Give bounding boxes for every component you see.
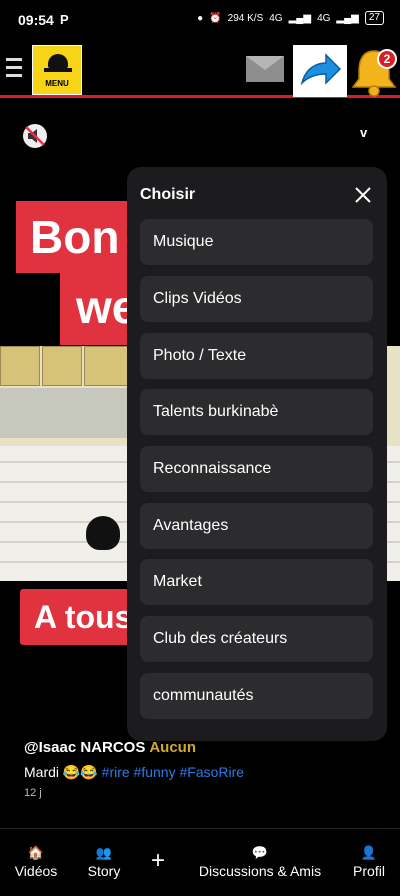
menu-item-market[interactable]: Market [140, 559, 373, 605]
status-bar: 09:54 P ● ⏰ 294 K/S 4G ▂▄▆ 4G ▂▄▆ 27 [0, 0, 400, 42]
battery-indicator: 27 [364, 11, 384, 25]
status-icons: ● ⏰ 294 K/S 4G ▂▄▆ 4G ▂▄▆ 27 [197, 11, 384, 25]
network-4g-1: 4G [269, 12, 283, 24]
notification-bell-button[interactable]: 2 [349, 45, 399, 97]
menu-item-photo-texte[interactable]: Photo / Texte [140, 333, 373, 379]
subscription-status: Aucun [149, 739, 197, 756]
mute-icon[interactable] [22, 123, 48, 154]
close-icon[interactable] [353, 185, 373, 205]
home-icon: 🏠 [27, 845, 45, 860]
category-menu: Choisir Musique Clips Vidéos Photo / Tex… [127, 167, 387, 741]
cat-figure [86, 516, 120, 550]
notification-badge: 2 [377, 49, 397, 69]
user-icon: 👤 [360, 845, 378, 860]
share-arrow-icon [300, 53, 342, 86]
data-rate: 294 K/S [227, 12, 264, 24]
nav-profil[interactable]: 👤 Profil [350, 845, 388, 879]
cloche-icon [48, 54, 68, 68]
video-author-line: @Isaac NARCOS Aucun [24, 739, 196, 757]
menu-item-talents[interactable]: Talents burkinabè [140, 389, 373, 435]
menu-item-club-createurs[interactable]: Club des créateurs [140, 616, 373, 662]
water-drop-icon: ● [197, 12, 204, 24]
menu-item-reconnaissance[interactable]: Reconnaissance [140, 446, 373, 492]
bottom-nav: 🏠 Vidéos 👥 Story + 💬 Discussions & Amis … [0, 828, 400, 896]
menu-item-clips-videos[interactable]: Clips Vidéos [140, 276, 373, 322]
signal-icon-2: ▂▄▆ [336, 12, 359, 24]
collapse-toggle[interactable]: v [360, 125, 367, 140]
nav-story[interactable]: 👥 Story [84, 845, 124, 879]
nav-videos[interactable]: 🏠 Vidéos [14, 845, 58, 879]
menu-logo-button[interactable]: MENU [32, 45, 82, 95]
menu-title: Choisir [140, 186, 196, 203]
video-description: Mardi 😂😂 #rire #funny #FasoRire [24, 764, 244, 781]
signal-icon: ▂▄▆ [288, 12, 312, 24]
menu-item-avantages[interactable]: Avantages [140, 503, 373, 549]
nav-add-button[interactable]: + [146, 847, 170, 875]
description-text: Mardi 😂😂 [24, 764, 98, 780]
nav-discussions[interactable]: 💬 Discussions & Amis [194, 845, 326, 879]
author-name[interactable]: @Isaac NARCOS Aucun [24, 739, 196, 756]
people-icon: 👥 [95, 845, 113, 860]
menu-item-communautes[interactable]: communautés [140, 673, 373, 719]
status-time: 09:54 [18, 12, 54, 28]
mail-icon[interactable] [246, 56, 284, 82]
chat-bubble-icon: 💬 [251, 845, 269, 860]
alarm-icon: ⏰ [209, 12, 222, 24]
hamburger-menu-icon[interactable] [6, 58, 22, 80]
carrier-icon: P [60, 12, 69, 27]
menu-logo-label: MENU [45, 79, 69, 88]
app-header: MENU 2 [0, 42, 400, 98]
network-4g-2: 4G [317, 12, 331, 24]
hashtags[interactable]: #rire #funny #FasoRire [102, 764, 244, 780]
share-button[interactable] [293, 45, 347, 97]
menu-item-musique[interactable]: Musique [140, 219, 373, 265]
video-age: 12 j [24, 787, 42, 799]
